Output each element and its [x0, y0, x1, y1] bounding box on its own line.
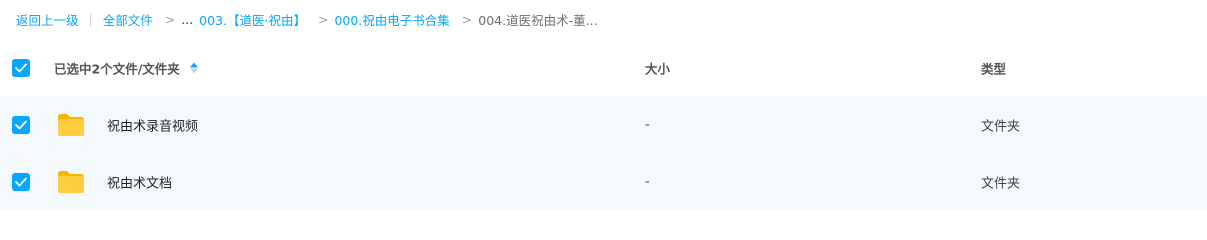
table-header: 已选中2个文件/文件夹 大小 类型: [0, 40, 1207, 96]
table-row[interactable]: 祝由术文档 - 文件夹: [0, 153, 1207, 210]
file-list: 已选中2个文件/文件夹 大小 类型 祝由术录音视频 - 文件夹 祝由术文档 - …: [0, 40, 1207, 210]
breadcrumb-item-2[interactable]: 000.祝由电子书合集: [334, 10, 449, 29]
breadcrumb-arrow: >: [317, 11, 329, 27]
selection-summary: 已选中2个文件/文件夹: [54, 59, 198, 78]
breadcrumb-ellipsis[interactable]: ...: [181, 12, 193, 27]
breadcrumb-current: 004.道医祝由术-董...: [478, 12, 598, 28]
breadcrumb-item-1[interactable]: 003.【道医·祝由】: [199, 10, 306, 29]
file-size: -: [645, 174, 650, 189]
select-all-checkbox[interactable]: [12, 59, 30, 77]
file-size: -: [645, 117, 650, 132]
breadcrumb-arrow: >: [461, 11, 473, 27]
check-icon: [15, 120, 27, 129]
table-row[interactable]: 祝由术录音视频 - 文件夹: [0, 96, 1207, 153]
file-name[interactable]: 祝由术录音视频: [107, 115, 198, 134]
row-checkbox[interactable]: [12, 172, 30, 191]
file-type: 文件夹: [981, 119, 1021, 134]
sort-icon[interactable]: [189, 62, 198, 74]
file-type: 文件夹: [981, 176, 1021, 191]
check-icon: [15, 177, 27, 186]
file-name[interactable]: 祝由术文档: [107, 172, 172, 191]
back-link[interactable]: 返回上一级: [16, 10, 79, 29]
breadcrumb: 返回上一级 | 全部文件 > ... 003.【道医·祝由】 > 000.祝由电…: [16, 8, 598, 30]
breadcrumb-all-files[interactable]: 全部文件: [103, 10, 153, 29]
selection-label: 已选中2个文件/文件夹: [54, 61, 180, 77]
row-checkbox[interactable]: [12, 115, 30, 134]
check-icon: [15, 63, 27, 73]
breadcrumb-divider: |: [88, 11, 93, 27]
column-size[interactable]: 大小: [645, 59, 670, 78]
folder-icon: [58, 170, 84, 193]
breadcrumb-arrow: >: [164, 11, 176, 27]
folder-icon: [58, 113, 84, 136]
column-type[interactable]: 类型: [981, 59, 1006, 78]
